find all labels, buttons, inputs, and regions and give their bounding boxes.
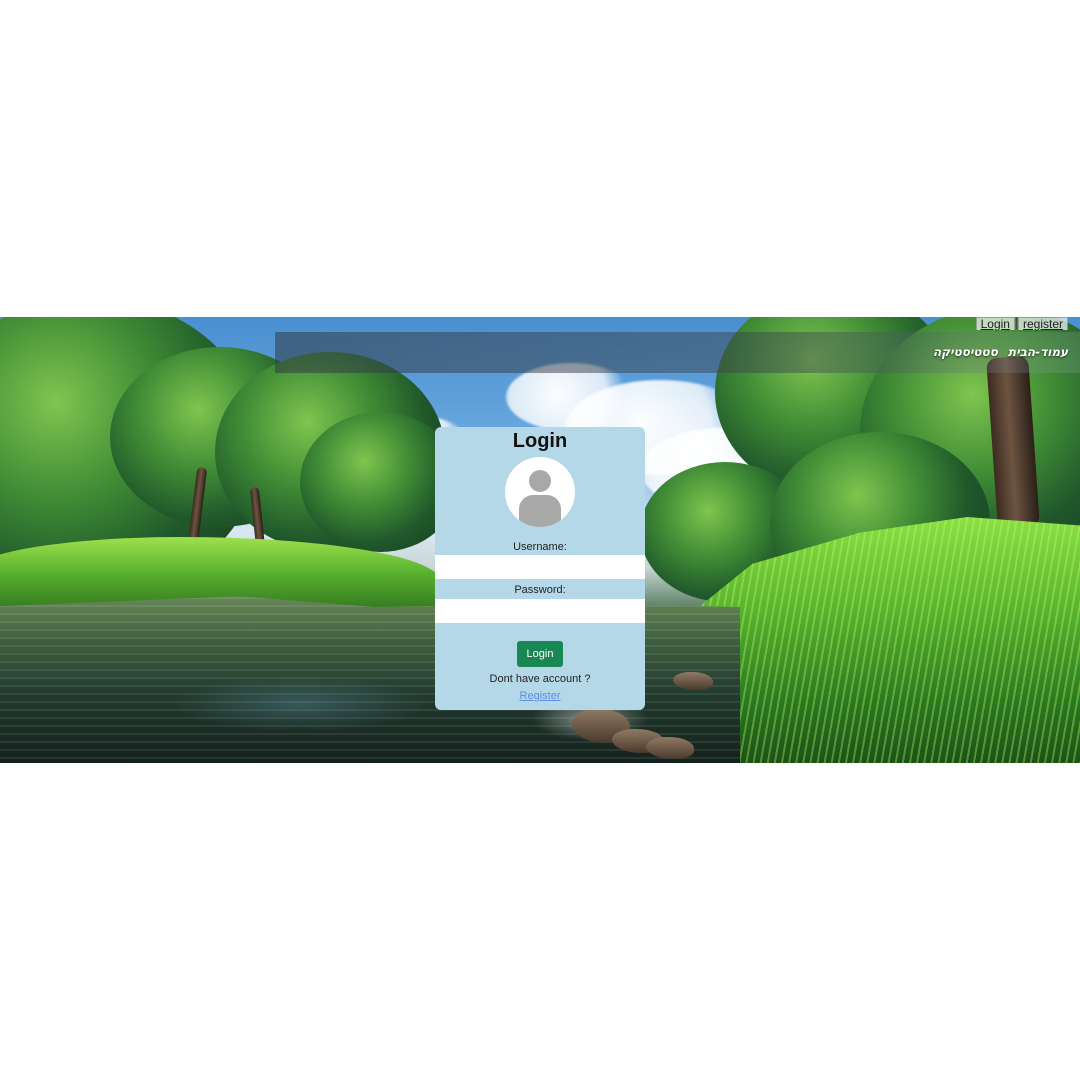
top-register-link[interactable]: register bbox=[1017, 316, 1068, 330]
nav-statistics-link[interactable]: סטטיסטיקה bbox=[933, 345, 998, 359]
login-button[interactable]: Login bbox=[517, 641, 563, 667]
login-panel: Login Username: Password: Login Dont hav… bbox=[435, 427, 645, 710]
password-label: Password: bbox=[514, 584, 566, 596]
password-input[interactable] bbox=[435, 599, 645, 623]
main-navigation: עמוד-הבית סטטיסטיקה bbox=[933, 345, 1068, 359]
user-avatar-icon bbox=[505, 457, 575, 527]
top-login-link[interactable]: Login bbox=[975, 316, 1015, 330]
nav-home-link[interactable]: עמוד-הבית bbox=[1008, 345, 1068, 359]
no-account-text: Dont have account ? bbox=[489, 673, 591, 685]
link-divider bbox=[1015, 317, 1017, 329]
username-input[interactable] bbox=[435, 555, 645, 579]
login-title: Login bbox=[512, 430, 568, 452]
avatar-body-shape bbox=[519, 495, 561, 527]
avatar-head-shape bbox=[529, 470, 551, 492]
username-label: Username: bbox=[513, 541, 567, 553]
register-link[interactable]: Register bbox=[435, 690, 645, 702]
account-links: Login register bbox=[975, 316, 1068, 330]
